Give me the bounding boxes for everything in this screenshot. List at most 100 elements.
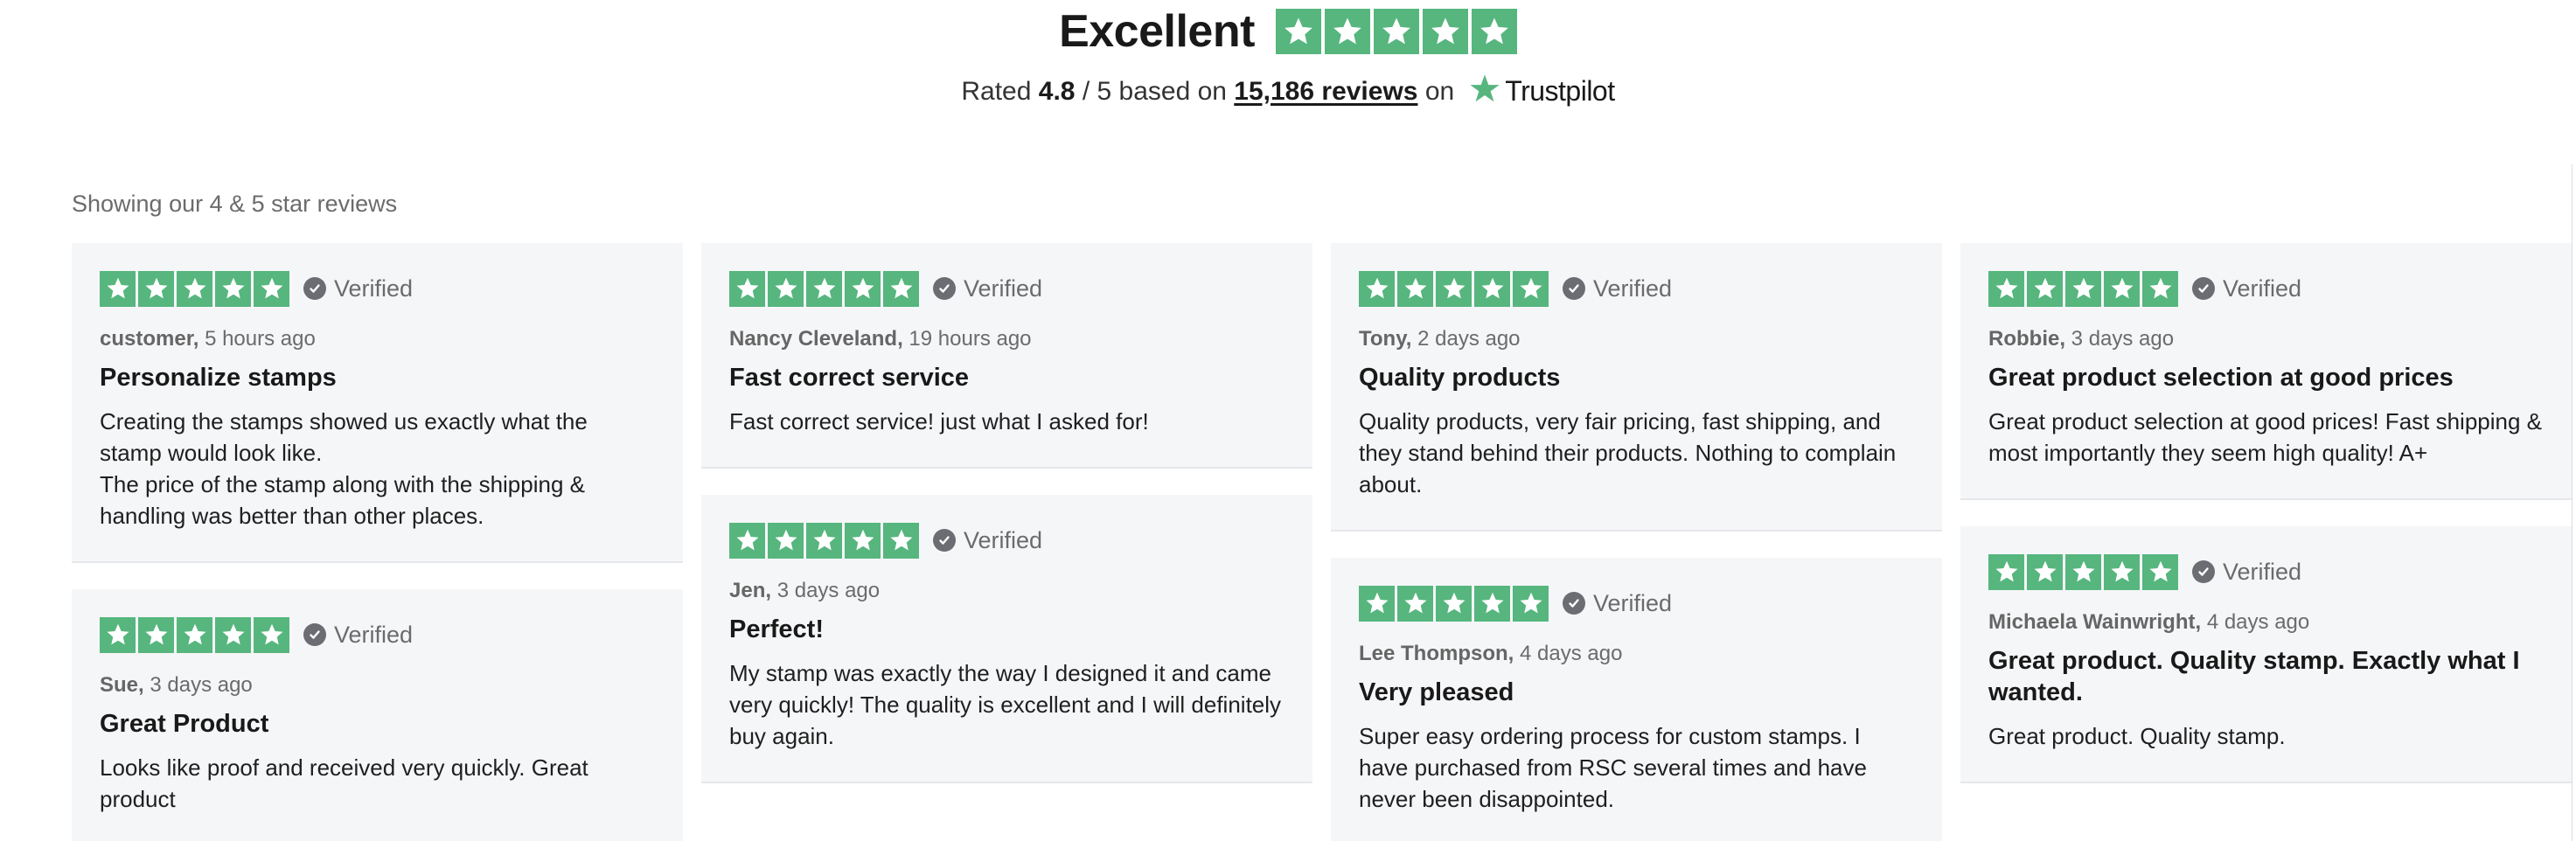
reviews-count-link[interactable]: 15,186 reviews	[1234, 77, 1417, 107]
review-time: 3 days ago	[776, 579, 881, 602]
star-rating	[729, 522, 919, 559]
star-icon	[1275, 9, 1321, 54]
review-body: Great product selection at good prices! …	[1988, 406, 2544, 469]
review-card[interactable]: Verified Sue, 3 days ago Great Product Look…	[72, 589, 683, 841]
review-column: Verified Robbie, 3 days ago Great product …	[1960, 243, 2572, 783]
review-meta: Michaela Wainwright, 4 days ago	[1988, 610, 2544, 635]
star-icon	[2065, 270, 2101, 307]
review-body-line: My stamp was exactly the way I designed …	[729, 660, 1282, 749]
review-card[interactable]: Verified Jen, 3 days ago Perfect! My stamp …	[701, 495, 1312, 783]
check-circle-icon	[1563, 592, 1585, 615]
review-card[interactable]: Verified Tony, 2 days ago Quality products…	[1331, 243, 1942, 532]
trustpilot-star-icon	[1470, 73, 1500, 101]
star-icon	[1988, 553, 2024, 590]
review-card-header: Verified	[1359, 270, 1914, 307]
star-icon	[1436, 270, 1472, 307]
review-author: customer,	[100, 327, 199, 351]
review-meta: customer, 5 hours ago	[100, 327, 655, 351]
review-title: Quality products	[1359, 364, 1561, 392]
verified-label: Verified	[2223, 558, 2302, 585]
rated-prefix: Rated	[961, 76, 1039, 106]
review-body-line: Super easy ordering process for custom s…	[1359, 723, 1867, 812]
star-icon	[1324, 9, 1370, 54]
review-card-header: Verified	[729, 522, 1285, 559]
review-author: Michaela Wainwright,	[1988, 610, 2202, 634]
trustpilot-logo[interactable]: Trustpilot	[1468, 73, 1615, 108]
review-time: 19 hours ago	[909, 327, 1032, 351]
star-rating	[100, 616, 289, 653]
review-card[interactable]: Verified customer, 5 hours ago Personalize…	[72, 243, 683, 563]
trustpilot-brand-name: Trustpilot	[1505, 75, 1615, 107]
star-icon	[177, 270, 212, 307]
review-card-header: Verified	[100, 270, 655, 307]
star-icon	[138, 270, 174, 307]
verified-badge: Verified	[933, 275, 1042, 302]
review-card[interactable]: Verified Michaela Wainwright, 4 days ago G…	[1960, 526, 2572, 783]
review-time: 3 days ago	[150, 673, 253, 697]
star-icon	[215, 270, 251, 307]
review-title: Fast correct service	[729, 364, 970, 392]
star-rating	[1359, 585, 1549, 622]
check-circle-icon	[303, 277, 326, 300]
rating-summary-header: Excellent Rated 4.8 / 5 based on 15,186 …	[0, 0, 2576, 122]
star-rating	[1988, 270, 2178, 307]
review-time: 4 days ago	[2206, 610, 2310, 634]
review-meta: Lee Thompson, 4 days ago	[1359, 642, 1914, 666]
on-text: on	[1417, 76, 1455, 106]
star-icon	[2027, 270, 2063, 307]
verified-label: Verified	[2223, 275, 2302, 302]
star-icon	[2104, 553, 2140, 590]
review-meta: Sue, 3 days ago	[100, 673, 655, 698]
review-card[interactable]: Verified Robbie, 3 days ago Great product …	[1960, 243, 2572, 500]
showing-filter-text: Showing our 4 & 5 star reviews	[72, 191, 398, 217]
check-circle-icon	[1563, 277, 1585, 300]
review-card-header: Verified	[100, 616, 655, 653]
verified-label: Verified	[334, 621, 414, 648]
star-icon	[1474, 270, 1510, 307]
star-icon	[1988, 270, 2024, 307]
review-title: Personalize stamps	[100, 364, 337, 392]
review-body-line: Great product. Quality stamp.	[1988, 723, 2286, 749]
star-icon	[100, 270, 136, 307]
review-body-line: Great product selection at good prices! …	[1988, 408, 2543, 466]
rating-headline: Excellent	[0, 5, 2576, 58]
review-card[interactable]: Verified Nancy Cleveland, 19 hours ago Fas…	[701, 243, 1312, 469]
star-icon	[768, 522, 804, 559]
scrollbar-track[interactable]	[2572, 164, 2573, 841]
review-author: Robbie,	[1988, 327, 2065, 351]
star-icon	[138, 616, 174, 653]
review-meta: Tony, 2 days ago	[1359, 327, 1914, 351]
review-body: Super easy ordering process for custom s…	[1359, 720, 1914, 815]
verified-badge: Verified	[303, 275, 413, 302]
star-icon	[2142, 553, 2178, 590]
review-time: 5 hours ago	[205, 327, 316, 351]
check-circle-icon	[2192, 277, 2215, 300]
star-icon	[1436, 585, 1472, 622]
review-body-line: The price of the stamp along with the sh…	[100, 471, 585, 529]
verified-label: Verified	[964, 275, 1043, 302]
review-author: Jen,	[729, 579, 772, 602]
review-meta: Jen, 3 days ago	[729, 579, 1285, 603]
rating-summary-line: Rated 4.8 / 5 based on 15,186 reviews on…	[0, 73, 2576, 108]
review-card-header: Verified	[1359, 585, 1914, 622]
review-meta: Robbie, 3 days ago	[1988, 327, 2544, 351]
check-circle-icon	[303, 623, 326, 646]
star-icon	[2027, 553, 2063, 590]
verified-badge: Verified	[1563, 275, 1672, 302]
review-time: 2 days ago	[1417, 327, 1521, 351]
star-icon	[1359, 585, 1395, 622]
review-title: Great product selection at good prices	[1988, 364, 2454, 392]
star-icon	[215, 616, 251, 653]
verified-badge: Verified	[2192, 275, 2301, 302]
review-card[interactable]: Verified Lee Thompson, 4 days ago Very ple…	[1331, 558, 1942, 841]
review-body: Quality products, very fair pricing, fas…	[1359, 406, 1914, 500]
verified-badge: Verified	[2192, 559, 2301, 586]
score-word: Excellent	[1059, 6, 1255, 57]
review-time: 4 days ago	[1520, 642, 1623, 665]
star-rating	[1359, 270, 1549, 307]
star-icon	[768, 270, 804, 307]
review-author: Tony,	[1359, 327, 1412, 351]
star-icon	[1474, 585, 1510, 622]
star-icon	[100, 616, 136, 653]
review-body: Creating the stamps showed us exactly wh…	[100, 406, 655, 532]
